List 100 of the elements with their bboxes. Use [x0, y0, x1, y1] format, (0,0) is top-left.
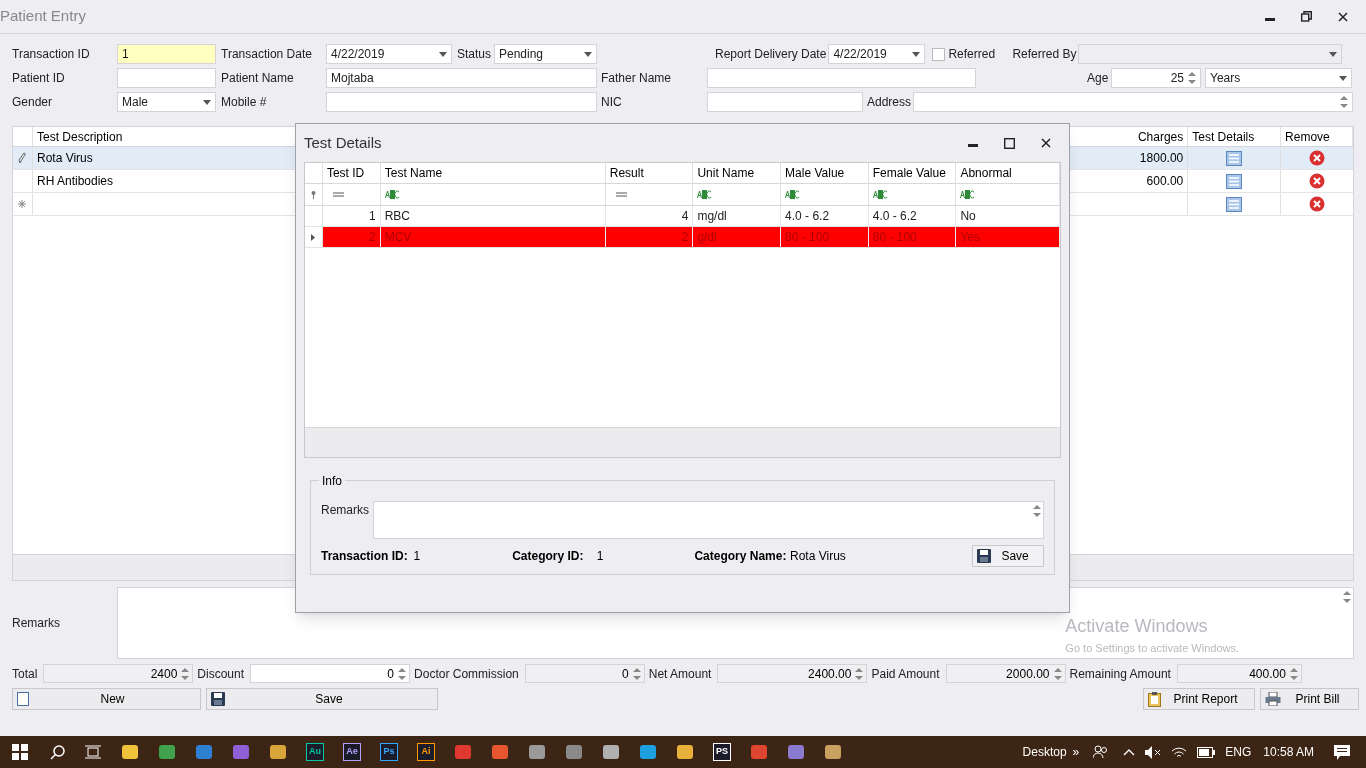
- input-field[interactable]: [707, 68, 976, 88]
- input-field[interactable]: 1: [117, 44, 216, 64]
- table-row[interactable]: 1 RBC 4 mg/dl 4.0 - 6.2 4.0 - 6.2 No: [305, 206, 1060, 227]
- taskbar-app-icon[interactable]: [787, 743, 805, 761]
- taskbar-app[interactable]: Ps: [380, 743, 398, 761]
- people-icon[interactable]: [1093, 745, 1110, 759]
- close-icon[interactable]: [1338, 11, 1348, 22]
- taskbar-app-icon[interactable]: [195, 743, 213, 761]
- list-icon[interactable]: [1226, 150, 1243, 166]
- input-field[interactable]: Mojtaba: [326, 68, 597, 88]
- info-label: Category ID:: [512, 548, 585, 565]
- language-indicator[interactable]: ENG: [1225, 743, 1252, 761]
- number-field[interactable]: 2400: [43, 664, 194, 683]
- dropdown-field[interactable]: Years: [1205, 68, 1352, 88]
- column-header[interactable]: Test Name: [380, 163, 606, 183]
- input-field[interactable]: [707, 92, 863, 112]
- number-field[interactable]: 25: [1111, 68, 1201, 88]
- checkbox[interactable]: [932, 47, 946, 61]
- input-field[interactable]: [326, 92, 597, 112]
- close-icon[interactable]: [1041, 138, 1051, 148]
- taskbar-app-icon[interactable]: [639, 743, 657, 761]
- chevron-up-icon[interactable]: [1123, 748, 1136, 756]
- windows-start-icon[interactable]: [12, 744, 28, 760]
- remarks-field[interactable]: [373, 501, 1044, 539]
- column-header[interactable]: Result: [605, 163, 694, 183]
- table-cell: 4.0 - 6.2: [781, 206, 869, 226]
- number-field[interactable]: 2000.00: [945, 664, 1066, 683]
- save-button[interactable]: Save: [972, 545, 1044, 567]
- clock[interactable]: 10:58 AM: [1263, 743, 1314, 761]
- wifi-icon[interactable]: [1171, 745, 1188, 759]
- text-filter-icon[interactable]: [785, 190, 801, 199]
- field-label: NIC: [601, 94, 623, 111]
- input-field[interactable]: [913, 92, 1354, 112]
- column-header[interactable]: Female Value: [868, 163, 957, 183]
- number-field[interactable]: 0: [250, 664, 411, 683]
- taskbar-app[interactable]: Ae: [343, 743, 361, 761]
- toolbar-label[interactable]: Desktop: [1022, 743, 1067, 761]
- taskbar-app-icon[interactable]: [565, 743, 583, 761]
- taskbar-app-icon[interactable]: [121, 743, 139, 761]
- field-label: Age: [1087, 70, 1110, 87]
- dropdown-field[interactable]: Male: [117, 92, 216, 112]
- column-header[interactable]: Abnormal: [956, 163, 1060, 183]
- print-bill-button[interactable]: Print Bill: [1260, 688, 1359, 710]
- input-field[interactable]: [117, 68, 216, 88]
- number-field[interactable]: 0: [524, 664, 645, 683]
- number-field[interactable]: 400.00: [1176, 664, 1302, 683]
- print-report-button[interactable]: Print Report: [1143, 688, 1255, 710]
- taskbar-app[interactable]: Ai: [417, 743, 435, 761]
- dropdown-caret-icon: [912, 51, 921, 57]
- remove-icon[interactable]: [1309, 150, 1326, 166]
- taskbar-app-icon[interactable]: [491, 743, 509, 761]
- save-button[interactable]: Save: [206, 688, 438, 710]
- dropdown-caret-icon: [203, 99, 211, 105]
- notifications-icon[interactable]: [1334, 744, 1350, 760]
- dropdown-caret-icon: [584, 51, 592, 57]
- battery-icon[interactable]: [1197, 746, 1216, 758]
- remove-icon[interactable]: [1309, 173, 1326, 189]
- taskbar-app-icon[interactable]: [528, 743, 546, 761]
- column-header[interactable]: Test ID: [322, 163, 381, 183]
- clipboard-icon: [1148, 691, 1161, 707]
- search-icon[interactable]: [50, 744, 65, 760]
- taskbar-app[interactable]: Au: [306, 743, 324, 761]
- task-view-icon[interactable]: [85, 745, 101, 759]
- taskbar-app-icon[interactable]: [750, 743, 768, 761]
- text-filter-icon[interactable]: [872, 190, 888, 199]
- number-field[interactable]: 2400.00: [717, 664, 868, 683]
- field-label: Patient ID: [12, 70, 66, 87]
- spin-arrows-icon: [398, 666, 407, 681]
- field-label: Mobile #: [221, 94, 268, 111]
- new-button[interactable]: New: [12, 688, 201, 710]
- list-icon[interactable]: [1226, 173, 1243, 189]
- column-header[interactable]: Remove: [1281, 127, 1353, 146]
- restore-icon[interactable]: [1301, 11, 1312, 22]
- expand-chevron[interactable]: »: [1072, 743, 1080, 761]
- taskbar-app-icon[interactable]: [676, 743, 694, 761]
- table-cell: 4.0 - 6.2: [868, 206, 957, 226]
- dropdown-field[interactable]: Pending: [494, 44, 597, 64]
- maximize-icon[interactable]: [1004, 137, 1015, 149]
- muted-speaker-icon[interactable]: [1145, 745, 1162, 759]
- dropdown-field[interactable]: 4/22/2019: [828, 44, 926, 64]
- field-label: Transaction ID: [12, 46, 91, 63]
- text-filter-icon[interactable]: [697, 190, 713, 199]
- save-icon: [211, 692, 225, 706]
- spin-arrows-icon: [1289, 666, 1298, 681]
- taskbar-app-icon[interactable]: [269, 743, 287, 761]
- taskbar-app-icon[interactable]: [824, 743, 842, 761]
- spin-arrows-icon: [1188, 71, 1196, 85]
- dropdown-field[interactable]: 4/22/2019: [326, 44, 452, 64]
- field-label: Paid Amount: [871, 665, 941, 683]
- column-header[interactable]: Test Details: [1188, 127, 1282, 146]
- taskbar-app[interactable]: PS: [713, 743, 731, 761]
- text-filter-icon[interactable]: [960, 190, 976, 199]
- taskbar-app-icon[interactable]: [158, 743, 176, 761]
- spin-arrows-icon: [632, 666, 641, 681]
- remove-icon[interactable]: [1309, 196, 1326, 212]
- list-icon[interactable]: [1226, 196, 1243, 212]
- column-header[interactable]: Male Value: [781, 163, 869, 183]
- column-header[interactable]: Unit Name: [693, 163, 782, 183]
- text-filter-icon[interactable]: [384, 190, 400, 199]
- taskbar-app-icon[interactable]: [602, 743, 620, 761]
